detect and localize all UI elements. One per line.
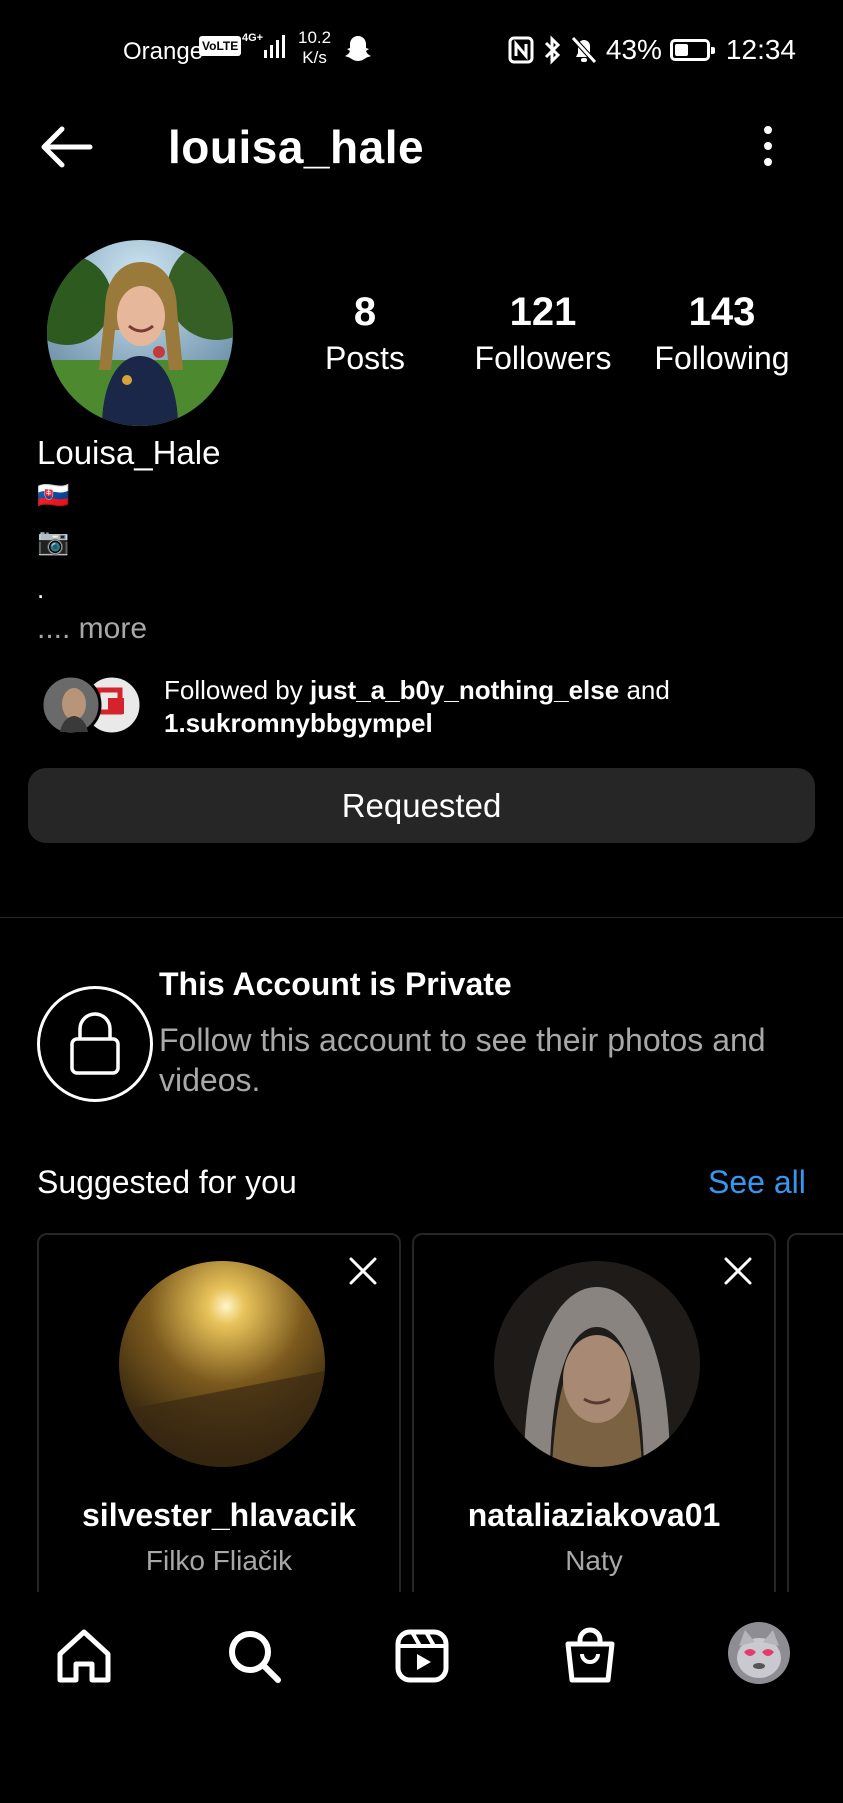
suggestion-username[interactable]: silvester_hlavacik [39,1497,399,1534]
private-account-title: This Account is Private [159,966,512,1002]
network-speed: 10.2 K/s [298,28,332,67]
volte-badge: VoLTE [199,36,242,56]
lock-icon [37,986,153,1102]
private-account-subtitle: Follow this account to see their photos … [159,1022,766,1098]
posts-count: 8 [353,290,377,334]
see-all-link[interactable]: See all [708,1164,806,1201]
suggestion-avatar[interactable] [119,1261,325,1467]
carrier-name: Orange [123,38,204,65]
suggestion-name: Filko Fliačik [145,1545,293,1576]
clock: 12:34 [725,34,796,65]
signal-icon [264,35,285,58]
battery-icon [669,39,715,61]
bio-flag: 🇸🇰 [37,480,70,510]
bio-dot: . [37,574,45,604]
profile-avatar[interactable] [47,240,233,426]
profile-avatar-nav[interactable] [728,1622,790,1684]
suggestion-avatar[interactable] [494,1261,700,1467]
more-options-icon[interactable] [756,122,780,170]
bio-camera: 📷 [37,526,70,556]
bio-more-link[interactable]: .... more [37,612,147,646]
back-arrow-icon[interactable] [36,122,96,172]
close-icon[interactable] [722,1255,754,1287]
suggestion-card[interactable]: nataliaziakova01 Naty [412,1233,776,1613]
suggestion-username[interactable]: nataliaziakova01 [414,1497,774,1534]
suggestion-name: Naty [565,1545,623,1576]
followers-count: 121 [509,290,577,334]
following-label: Following [654,340,790,376]
status-bar: Orange VoLTE 4G+ 10.2 K/s 43% 12:34 [0,0,843,100]
followers-label: Followers [474,340,612,376]
followed-by-text[interactable]: Followed by just_a_b0y_nothing_else and … [164,674,804,740]
posts-stat[interactable]: 8 Posts [280,288,450,380]
suggested-title: Suggested for you [37,1164,297,1200]
status-right: 43% 12:34 [508,30,796,70]
profile-username-title: louisa_hale [168,121,425,173]
mutual-followers-avatars[interactable] [40,674,144,736]
battery-percent: 43% [605,34,662,65]
followers-stat[interactable]: 121 Followers [458,288,628,380]
following-count: 143 [688,290,756,334]
nfc-icon [508,36,534,64]
mutual-follower-2[interactable]: 1.sukromnybbgympel [164,708,433,738]
suggestion-card[interactable]: silvester_hlavacik Filko Fliačik [37,1233,401,1613]
search-icon[interactable] [222,1624,286,1688]
network-type: 4G+ [242,32,264,44]
shop-icon[interactable] [558,1624,622,1688]
requested-button[interactable]: Requested [28,768,815,843]
divider [0,917,843,918]
reels-icon[interactable] [390,1624,454,1688]
home-icon[interactable] [52,1624,116,1688]
bluetooth-icon [544,35,560,65]
bell-muted-icon [571,36,597,64]
profile-full-name: Louisa_Hale [37,434,221,471]
mutual-follower-1[interactable]: just_a_b0y_nothing_else [310,675,619,705]
snapchat-icon [345,36,371,61]
bottom-nav [0,1592,843,1803]
following-stat[interactable]: 143 Following [637,288,807,380]
posts-label: Posts [324,340,406,376]
suggestion-card-partial[interactable] [787,1233,843,1613]
close-icon[interactable] [347,1255,379,1287]
